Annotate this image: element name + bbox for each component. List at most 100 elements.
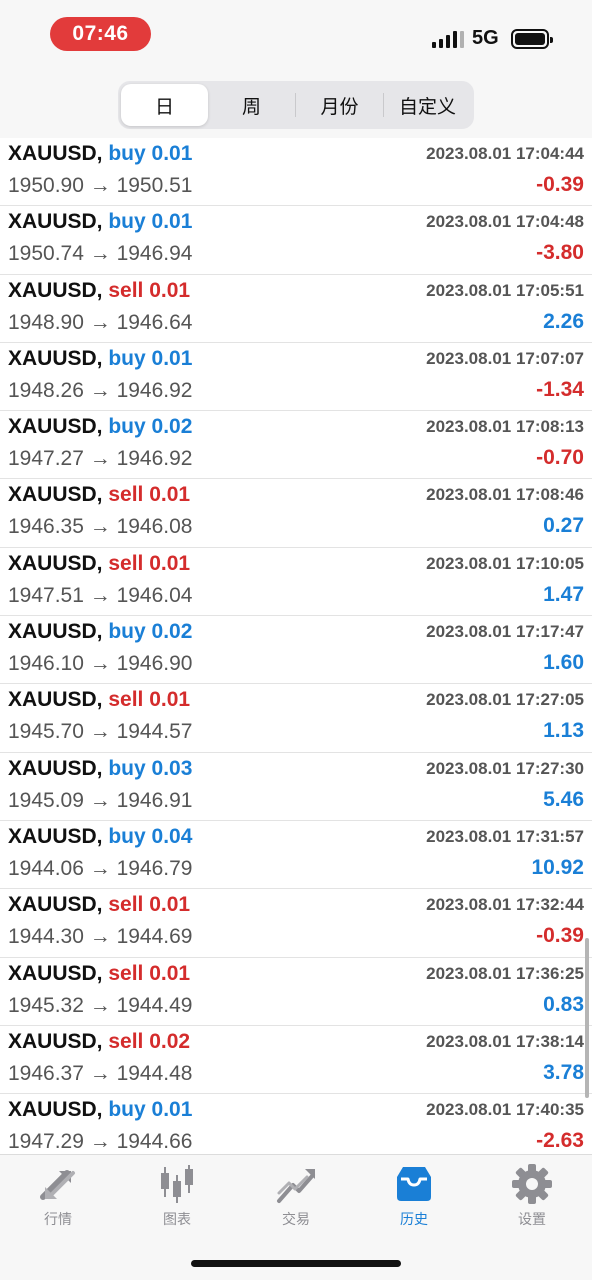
trade-title: XAUUSD, sell 0.01 bbox=[8, 483, 190, 507]
tab-label: 历史 bbox=[400, 1212, 428, 1228]
period-tab-week[interactable]: 周 bbox=[208, 84, 295, 126]
trade-symbol: XAUUSD, bbox=[8, 210, 103, 234]
tab-trade[interactable]: 交易 bbox=[256, 1163, 336, 1229]
tab-history[interactable]: 历史 bbox=[374, 1163, 454, 1229]
network-type: 5G bbox=[472, 27, 499, 49]
tab-chart[interactable]: 图表 bbox=[137, 1163, 217, 1229]
trade-profit: 1.13 bbox=[543, 719, 584, 743]
period-selector-bar: 日 周 月份 自定义 bbox=[0, 70, 592, 138]
trade-prices: 1945.70 → 1944.57 bbox=[8, 720, 193, 744]
trade-row[interactable]: XAUUSD, buy 0.02 1947.27 → 1946.92 2023.08… bbox=[0, 411, 592, 480]
trade-volume: 0.02 bbox=[151, 620, 193, 644]
scrollbar[interactable] bbox=[585, 938, 589, 1098]
trade-symbol: XAUUSD, bbox=[8, 824, 103, 848]
trade-volume: 0.03 bbox=[151, 756, 193, 780]
trade-profit: 1.47 bbox=[543, 582, 584, 606]
trade-time: 2023.08.01 17:04:48 bbox=[426, 212, 584, 232]
trade-side: buy bbox=[108, 210, 146, 234]
trade-symbol: XAUUSD, bbox=[8, 756, 103, 780]
trade-symbol: XAUUSD, bbox=[8, 415, 103, 439]
trade-row[interactable]: XAUUSD, buy 0.01 1948.26 → 1946.92 2023.08… bbox=[0, 343, 592, 412]
status-time: 07:46 bbox=[50, 17, 151, 51]
trade-symbol: XAUUSD, bbox=[8, 961, 103, 985]
trade-prices: 1948.26 → 1946.92 bbox=[8, 378, 193, 402]
trade-row[interactable]: XAUUSD, buy 0.03 1945.09 → 1946.91 2023.08… bbox=[0, 753, 592, 821]
trade-profit: 0.83 bbox=[543, 992, 584, 1016]
tab-quotes[interactable]: 行情 bbox=[18, 1163, 98, 1229]
trade-volume: 0.02 bbox=[151, 415, 193, 439]
trade-prices: 1948.90 → 1946.64 bbox=[8, 310, 193, 334]
trade-symbol: XAUUSD, bbox=[8, 346, 103, 370]
trade-side: buy bbox=[108, 756, 146, 780]
trade-prices: 1946.10 → 1946.90 bbox=[8, 652, 193, 676]
trade-row[interactable]: XAUUSD, buy 0.02 1946.10 → 1946.90 2023.08… bbox=[0, 616, 592, 685]
trade-history-list[interactable]: XAUUSD, buy 0.01 1950.90 → 1950.51 2023.08… bbox=[0, 138, 592, 1154]
tab-label: 交易 bbox=[282, 1212, 310, 1228]
trade-side: buy bbox=[108, 824, 146, 848]
trade-symbol: XAUUSD, bbox=[8, 483, 103, 507]
trade-time: 2023.08.01 17:08:13 bbox=[426, 417, 584, 437]
trade-time: 2023.08.01 17:10:05 bbox=[426, 553, 584, 573]
trade-title: XAUUSD, buy 0.02 bbox=[8, 415, 192, 439]
period-segmented-control: 日 周 月份 自定义 bbox=[118, 81, 474, 129]
period-tab-day[interactable]: 日 bbox=[121, 84, 208, 126]
trade-time: 2023.08.01 17:17:47 bbox=[426, 622, 584, 642]
trade-symbol: XAUUSD, bbox=[8, 278, 103, 302]
trade-row[interactable]: XAUUSD, sell 0.01 1948.90 → 1946.64 2023.0… bbox=[0, 275, 592, 343]
trade-row[interactable]: XAUUSD, buy 0.01 1950.74 → 1946.94 2023.08… bbox=[0, 206, 592, 275]
trade-volume: 0.02 bbox=[149, 1029, 191, 1053]
trade-time: 2023.08.01 17:31:57 bbox=[426, 826, 584, 846]
trade-row[interactable]: XAUUSD, sell 0.02 1946.37 → 1944.48 2023.0… bbox=[0, 1026, 592, 1095]
home-indicator[interactable] bbox=[191, 1260, 401, 1267]
trade-symbol: XAUUSD, bbox=[8, 1098, 103, 1122]
trade-profit: 1.60 bbox=[543, 651, 584, 675]
trade-side: sell bbox=[108, 893, 144, 917]
trade-time: 2023.08.01 17:04:44 bbox=[426, 144, 584, 163]
trade-prices: 1946.35 → 1946.08 bbox=[8, 515, 193, 539]
trade-row[interactable]: XAUUSD, sell 0.01 1946.35 → 1946.08 2023.0… bbox=[0, 479, 592, 548]
trade-row[interactable]: XAUUSD, buy 0.04 1944.06 → 1946.79 2023.08… bbox=[0, 821, 592, 890]
trade-symbol: XAUUSD, bbox=[8, 620, 103, 644]
gear-icon bbox=[512, 1164, 552, 1204]
trade-time: 2023.08.01 17:27:05 bbox=[426, 690, 584, 710]
trade-row[interactable]: XAUUSD, sell 0.01 1945.70 → 1944.57 2023.0… bbox=[0, 684, 592, 753]
trade-title: XAUUSD, buy 0.03 bbox=[8, 757, 192, 781]
history-inbox-icon bbox=[397, 1167, 431, 1201]
trade-title: XAUUSD, buy 0.01 bbox=[8, 210, 192, 234]
trade-volume: 0.01 bbox=[149, 278, 191, 302]
trade-profit: 2.26 bbox=[543, 309, 584, 333]
trade-row[interactable]: XAUUSD, buy 0.01 1947.29 → 1944.66 2023.08… bbox=[0, 1094, 592, 1154]
trade-volume: 0.01 bbox=[151, 1098, 193, 1122]
trade-symbol: XAUUSD, bbox=[8, 893, 103, 917]
tab-label: 图表 bbox=[163, 1212, 191, 1228]
trade-time: 2023.08.01 17:40:35 bbox=[426, 1100, 584, 1120]
period-tab-month[interactable]: 月份 bbox=[296, 84, 383, 126]
trade-profit: -0.39 bbox=[536, 924, 584, 948]
trade-profit: 0.27 bbox=[543, 514, 584, 538]
trade-row[interactable]: XAUUSD, sell 0.01 1947.51 → 1946.04 2023.0… bbox=[0, 548, 592, 617]
trade-side: sell bbox=[108, 1029, 144, 1053]
trade-side: buy bbox=[108, 620, 146, 644]
trade-title: XAUUSD, sell 0.02 bbox=[8, 1030, 190, 1054]
trade-profit: 5.46 bbox=[543, 787, 584, 811]
trade-prices: 1946.37 → 1944.48 bbox=[8, 1061, 193, 1085]
trade-prices: 1944.30 → 1944.69 bbox=[8, 925, 193, 949]
trade-symbol: XAUUSD, bbox=[8, 1029, 103, 1053]
trade-time: 2023.08.01 17:05:51 bbox=[426, 280, 584, 300]
trade-time: 2023.08.01 17:27:30 bbox=[426, 758, 584, 778]
trade-title: XAUUSD, buy 0.01 bbox=[8, 1098, 192, 1122]
trade-row[interactable]: XAUUSD, sell 0.01 1945.32 → 1944.49 2023.0… bbox=[0, 958, 592, 1026]
trade-side: buy bbox=[108, 142, 146, 165]
trade-volume: 0.01 bbox=[149, 483, 191, 507]
period-tab-custom[interactable]: 自定义 bbox=[384, 84, 471, 126]
trade-side: buy bbox=[108, 415, 146, 439]
trade-row[interactable]: XAUUSD, buy 0.01 1950.90 → 1950.51 2023.08… bbox=[0, 138, 592, 207]
trade-symbol: XAUUSD, bbox=[8, 688, 103, 712]
tab-settings[interactable]: 设置 bbox=[492, 1163, 572, 1229]
trade-volume: 0.01 bbox=[151, 142, 193, 165]
trade-time: 2023.08.01 17:36:25 bbox=[426, 963, 584, 983]
trade-profit: -0.70 bbox=[536, 446, 584, 470]
trade-side: sell bbox=[108, 483, 144, 507]
trade-row[interactable]: XAUUSD, sell 0.01 1944.30 → 1944.69 2023.0… bbox=[0, 889, 592, 958]
trade-title: XAUUSD, buy 0.01 bbox=[8, 142, 192, 166]
